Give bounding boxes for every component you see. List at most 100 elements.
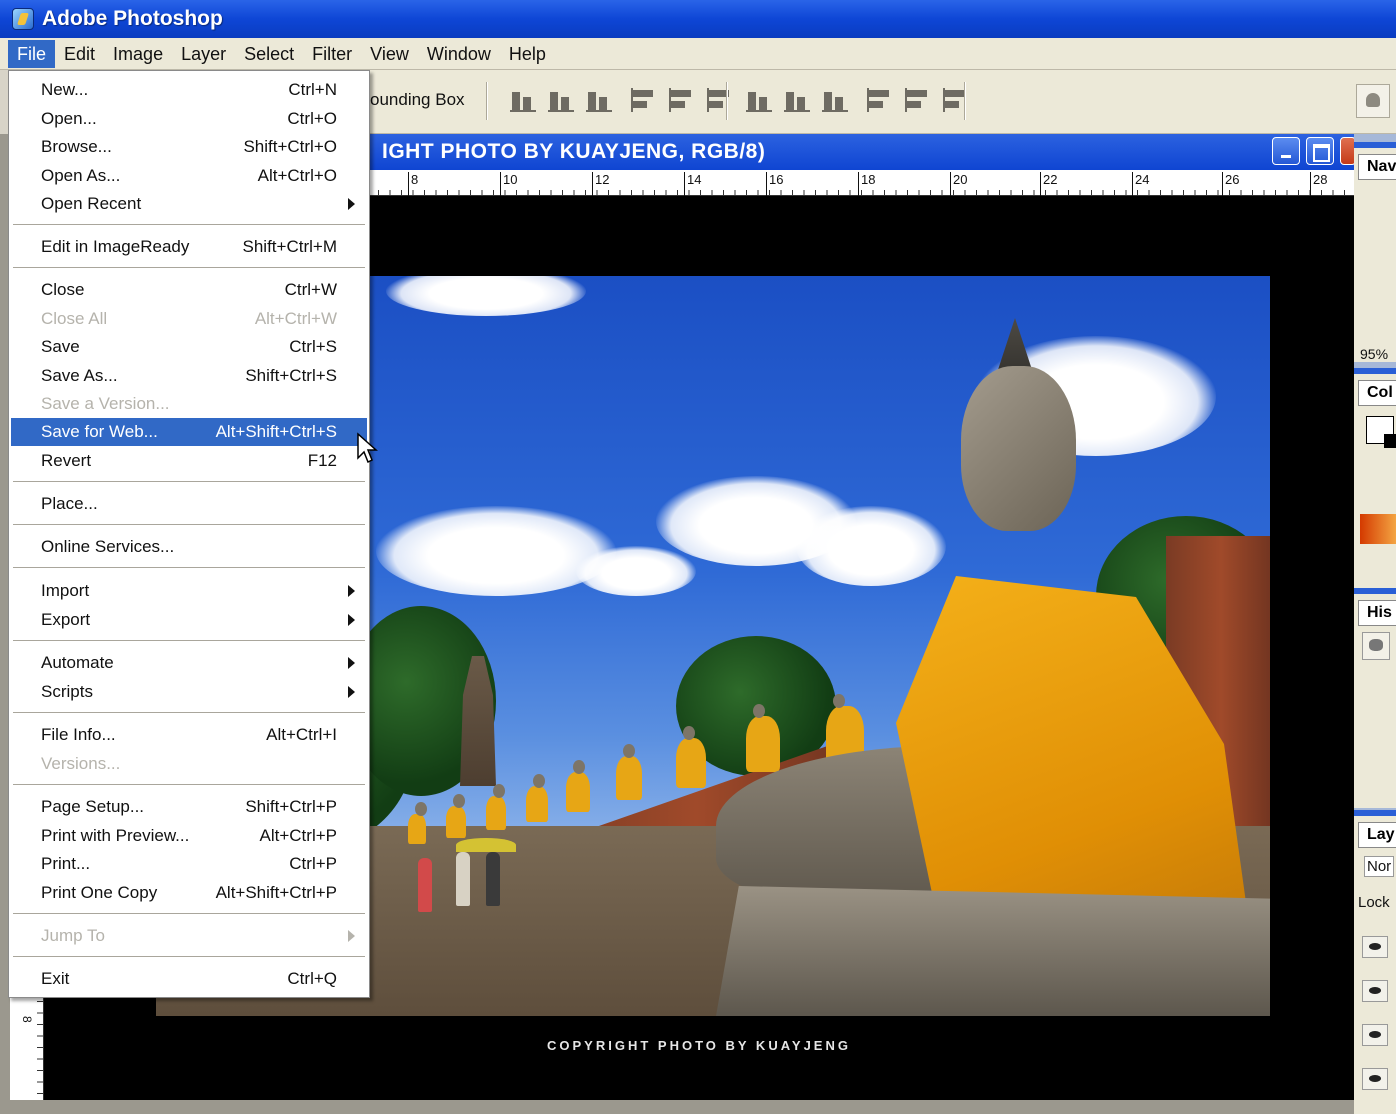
align-right-edges-icon[interactable]: [706, 88, 732, 114]
copyright-watermark: COPYRIGHT PHOTO BY KUAYJENG: [547, 1038, 851, 1053]
menu-help[interactable]: Help: [500, 40, 555, 68]
small-buddha-statue: [616, 744, 642, 800]
menu-image[interactable]: Image: [104, 40, 172, 68]
ruler-label: 10: [500, 172, 517, 196]
small-buddha-statue: [408, 802, 427, 844]
small-buddha-statue: [526, 774, 548, 822]
layer-visibility-eye-icon[interactable]: [1362, 1024, 1388, 1046]
maximize-icon[interactable]: [1306, 137, 1334, 165]
menu-item-open-recent[interactable]: Open Recent: [11, 190, 367, 218]
menu-separator: [13, 913, 365, 915]
align-vertical-group: [510, 88, 732, 114]
small-buddha-statue: [446, 794, 466, 838]
file-menu-dropdown: New... Ctrl+N Open... Ctrl+O Browse... Shif…: [8, 70, 370, 998]
ruler-label: 20: [950, 172, 967, 196]
menu-item-browse[interactable]: Browse... Shift+Ctrl+O: [11, 133, 367, 161]
distribute-group: [746, 88, 968, 114]
menu-item-close[interactable]: Close Ctrl+W: [11, 276, 367, 304]
minimize-icon[interactable]: [1272, 137, 1300, 165]
menu-window[interactable]: Window: [418, 40, 500, 68]
menu-separator: [13, 481, 365, 483]
menu-bar: File Edit Image Layer Select Filter View…: [0, 38, 1396, 70]
color-tab[interactable]: Col: [1358, 380, 1396, 406]
distribute-bottom-icon[interactable]: [822, 88, 848, 114]
history-panel: His: [1354, 588, 1396, 808]
layer-visibility-eye-icon[interactable]: [1362, 936, 1388, 958]
menu-file[interactable]: File: [8, 39, 56, 68]
menu-item-file-info[interactable]: File Info... Alt+Ctrl+I: [11, 721, 367, 749]
layers-tab[interactable]: Lay: [1358, 822, 1396, 848]
menu-item-scripts[interactable]: Scripts: [11, 678, 367, 706]
menu-item-print-one-copy[interactable]: Print One Copy Alt+Shift+Ctrl+P: [11, 879, 367, 907]
tool-preset-picker-icon[interactable]: [1356, 84, 1390, 118]
menu-item-export[interactable]: Export: [11, 606, 367, 634]
menu-item-place[interactable]: Place...: [11, 490, 367, 518]
distribute-vertical-centers-icon[interactable]: [784, 88, 810, 114]
menu-item-close-all: Close All Alt+Ctrl+W: [41, 309, 337, 328]
align-vertical-centers-icon[interactable]: [548, 88, 574, 114]
umbrella: [456, 838, 516, 852]
align-left-edges-icon[interactable]: [630, 88, 656, 114]
ruler-label: 8: [20, 1016, 34, 1023]
menu-item-exit[interactable]: Exit Ctrl+Q: [11, 965, 367, 993]
navigator-tab[interactable]: Nav: [1358, 154, 1396, 180]
distribute-horizontal-centers-icon[interactable]: [904, 88, 930, 114]
layers-panel: Lay Nor Lock: [1354, 810, 1396, 1114]
submenu-arrow-icon: [348, 585, 355, 597]
background-color-swatch[interactable]: [1384, 434, 1396, 448]
layer-visibility-eye-icon[interactable]: [1362, 1068, 1388, 1090]
align-horizontal-centers-icon[interactable]: [668, 88, 694, 114]
options-separator: [486, 82, 488, 120]
menu-item-new[interactable]: New... Ctrl+N: [11, 76, 367, 104]
photoshop-window: Adobe Photoshop File Edit Image Layer Se…: [0, 0, 1396, 1114]
align-top-edges-icon[interactable]: [510, 88, 536, 114]
menu-item-open[interactable]: Open... Ctrl+O: [11, 105, 367, 133]
menu-item-print[interactable]: Print... Ctrl+P: [11, 850, 367, 878]
menu-edit[interactable]: Edit: [55, 40, 104, 68]
menu-separator: [13, 224, 365, 226]
menu-layer[interactable]: Layer: [172, 40, 235, 68]
distribute-left-icon[interactable]: [866, 88, 892, 114]
small-buddha-statue: [746, 704, 780, 772]
align-bottom-edges-icon[interactable]: [586, 88, 612, 114]
menu-separator: [13, 956, 365, 958]
small-buddha-statue: [486, 784, 506, 830]
cloud: [376, 506, 616, 596]
menu-item-edit-in-imageready[interactable]: Edit in ImageReady Shift+Ctrl+M: [11, 233, 367, 261]
menu-item-jump-to: Jump To: [11, 922, 367, 950]
color-ramp[interactable]: [1360, 514, 1396, 544]
distribute-top-icon[interactable]: [746, 88, 772, 114]
menu-filter[interactable]: Filter: [303, 40, 361, 68]
menu-item-online-services[interactable]: Online Services...: [11, 533, 367, 561]
submenu-arrow-icon: [348, 686, 355, 698]
photoshop-app-icon[interactable]: [12, 8, 34, 30]
blend-mode-select[interactable]: Nor: [1364, 856, 1395, 877]
buddha-statue-head: [961, 366, 1076, 531]
menu-item-print-with-preview[interactable]: Print with Preview... Alt+Ctrl+P: [11, 822, 367, 850]
navigator-zoom-value[interactable]: 95%: [1360, 346, 1388, 362]
menu-separator: [13, 784, 365, 786]
person: [486, 852, 500, 906]
menu-item-revert[interactable]: Revert F12: [11, 447, 367, 475]
history-tab[interactable]: His: [1358, 600, 1396, 626]
menu-item-save-as[interactable]: Save As... Shift+Ctrl+S: [11, 362, 367, 390]
submenu-arrow-icon: [348, 930, 355, 942]
menu-item-import[interactable]: Import: [11, 577, 367, 605]
buddha-statue-pedestal: [716, 886, 1270, 1016]
layer-visibility-eye-icon[interactable]: [1362, 980, 1388, 1002]
menu-item-page-setup[interactable]: Page Setup... Shift+Ctrl+P: [11, 793, 367, 821]
navigator-panel: Nav 95%: [1354, 142, 1396, 362]
menu-view[interactable]: View: [361, 40, 418, 68]
show-bounding-box-label[interactable]: ounding Box: [370, 90, 465, 110]
ruler-label: 18: [858, 172, 875, 196]
options-separator: [726, 82, 728, 120]
mouse-pointer-icon: [357, 432, 378, 464]
menu-item-save-for-web[interactable]: Save for Web... Alt+Shift+Ctrl+S: [11, 418, 367, 446]
menu-item-automate[interactable]: Automate: [11, 649, 367, 677]
submenu-arrow-icon: [348, 657, 355, 669]
menu-item-save[interactable]: Save Ctrl+S: [11, 333, 367, 361]
ruler-label: 16: [766, 172, 783, 196]
history-brush-icon[interactable]: [1362, 632, 1390, 660]
menu-item-open-as[interactable]: Open As... Alt+Ctrl+O: [11, 162, 367, 190]
menu-select[interactable]: Select: [235, 40, 303, 68]
